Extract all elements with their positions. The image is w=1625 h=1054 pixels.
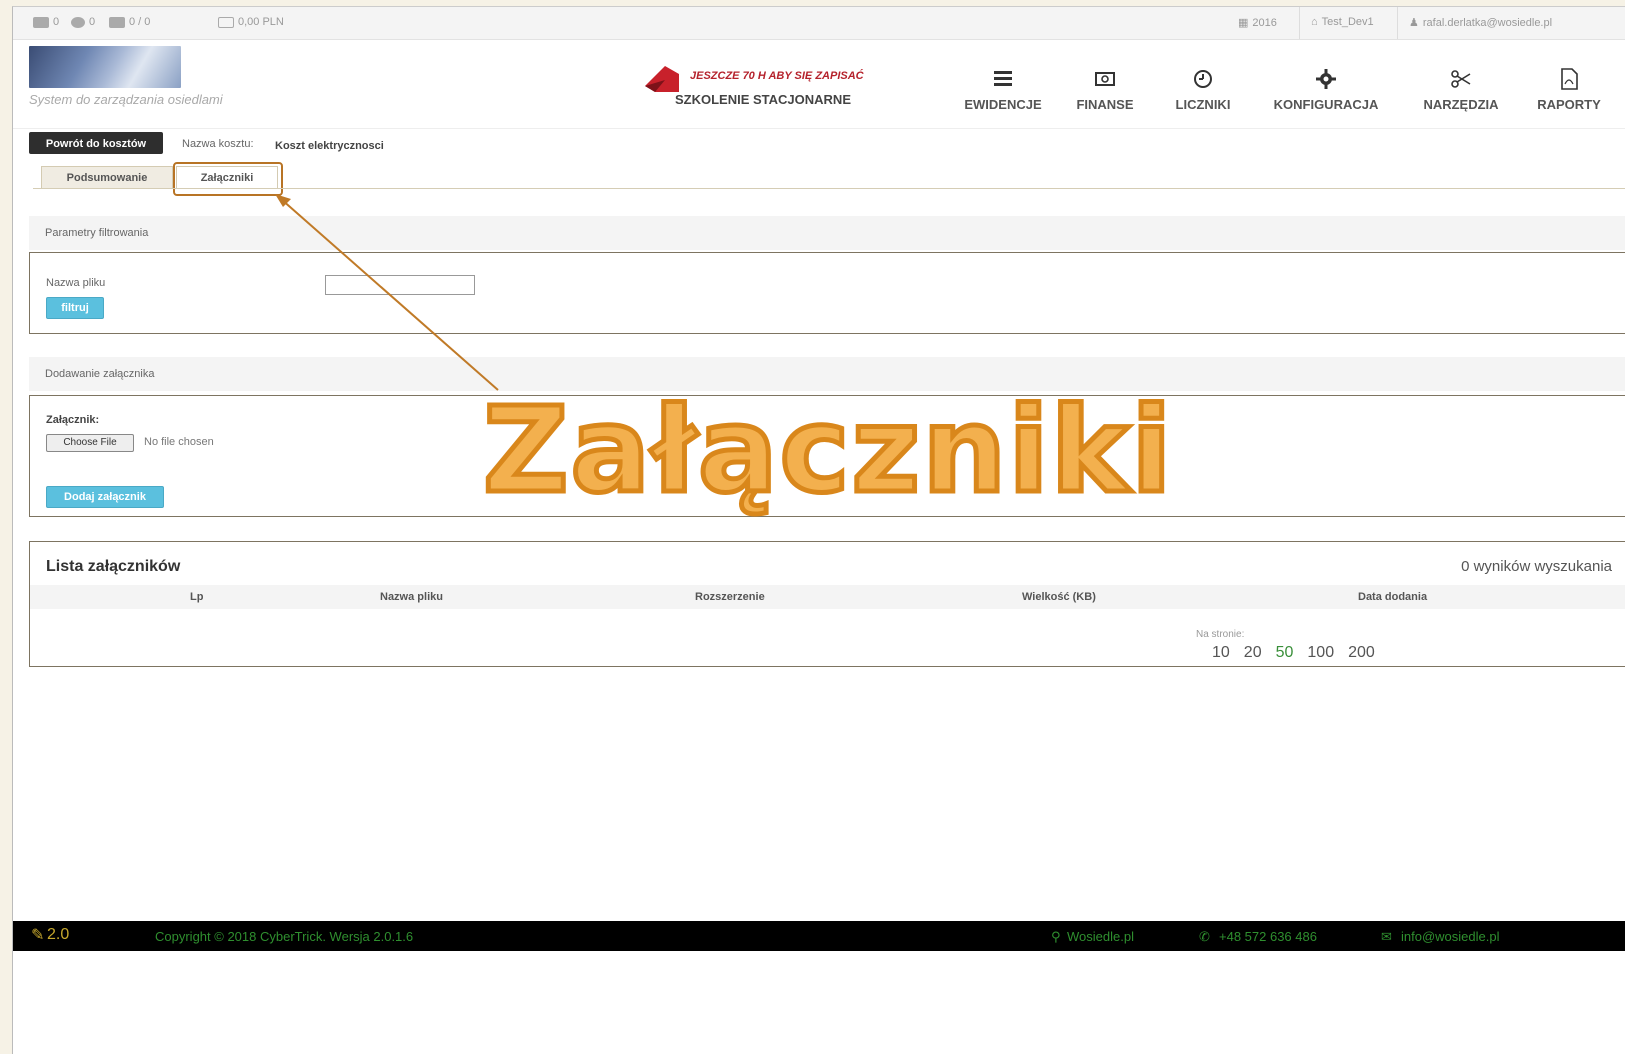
back-to-costs-button[interactable]: Powrót do kosztów — [29, 132, 163, 154]
home-icon: ⌂ — [1311, 16, 1318, 28]
logo-image[interactable] — [29, 46, 181, 88]
attachment-label: Załącznik: — [46, 414, 100, 426]
promo-title: SZKOLENIE STACJONARNE — [675, 92, 851, 107]
file-name-label: Nazwa pliku — [46, 277, 106, 289]
nav-konfiguracja[interactable]: KONFIGURACJA — [1261, 68, 1391, 114]
user-menu[interactable]: ♟ rafal.derlatka@wosiedle.pl — [1409, 16, 1552, 30]
clock-icon — [1194, 70, 1212, 88]
chat-icon — [71, 16, 85, 28]
email-icon: ✉ — [1381, 929, 1392, 944]
no-file-chosen-text: No file chosen — [144, 436, 214, 448]
footer-email-link[interactable]: info@wosiedle.pl — [1401, 929, 1499, 944]
filter-section-body: Nazwa pliku filtruj — [29, 252, 1625, 334]
gear-icon — [1316, 69, 1336, 89]
filter-section-title: Parametry filtrowania — [45, 227, 149, 239]
table-header: Lp Nazwa pliku Rozszerzenie Wielkość (KB… — [30, 585, 1625, 609]
comments-indicator[interactable]: 0 — [71, 16, 95, 28]
footer-logo-icon: ✎ — [31, 927, 45, 944]
column-header-file-name[interactable]: Nazwa pliku — [380, 591, 443, 603]
per-page-option[interactable]: 100 — [1307, 644, 1334, 662]
divider — [1397, 7, 1398, 39]
filter-section-header: Parametry filtrowania — [29, 216, 1625, 250]
upload-section-title: Dodawanie załącznika — [45, 368, 155, 380]
filter-button[interactable]: filtruj — [46, 297, 104, 319]
phone-icon: ✆ — [1199, 929, 1210, 944]
nav-liczniki[interactable]: LICZNIKI — [1163, 68, 1243, 114]
per-page-option[interactable]: 10 — [1212, 644, 1230, 662]
balance-indicator[interactable]: 0,00 PLN — [218, 16, 284, 28]
divider — [1299, 7, 1300, 39]
calendar-icon: ▦ — [1238, 17, 1249, 29]
nav-ewidencje[interactable]: EWIDENCJE — [958, 68, 1048, 114]
pdf-icon — [1561, 68, 1578, 90]
flag-icon — [645, 66, 679, 92]
app-window: 0 0 0 / 0 0,00 PLN ▦ 2016 ⌂ Test_Dev1 ♟ … — [12, 6, 1625, 1054]
results-count: 0 wyników wyszukania — [1461, 558, 1612, 575]
file-name-input[interactable] — [325, 275, 475, 295]
logo-subtitle: System do zarządzania osiedlami — [29, 92, 223, 107]
add-attachment-button[interactable]: Dodaj załącznik — [46, 486, 164, 508]
nav-narzedzia[interactable]: NARZĘDZIA — [1411, 68, 1511, 114]
cost-name-label: Nazwa kosztu: — [182, 138, 254, 150]
choose-file-button[interactable]: Choose File — [46, 434, 134, 452]
nav-label: RAPORTY — [1537, 97, 1601, 112]
mail-icon — [33, 16, 49, 28]
cost-name-value: Koszt elektrycznosci — [275, 140, 384, 152]
overlay-title: Załączniki — [481, 381, 1175, 519]
scissors-icon — [1451, 70, 1471, 88]
users-indicator[interactable]: 0 / 0 — [109, 16, 150, 28]
messages-indicator[interactable]: 0 — [33, 16, 59, 28]
per-page-label: Na stronie: — [1196, 629, 1245, 640]
nav-finanse[interactable]: FINANSE — [1065, 68, 1145, 114]
per-page-selector: 10 20 50 100 200 — [1212, 644, 1375, 662]
year-selector[interactable]: ▦ 2016 — [1238, 16, 1277, 30]
per-page-option[interactable]: 20 — [1244, 644, 1262, 662]
footer-copyright: Copyright © 2018 CyberTrick. Wersja 2.0.… — [155, 929, 414, 944]
users-icon — [109, 16, 125, 28]
footer-phone[interactable]: +48 572 636 486 — [1219, 929, 1317, 944]
main-header: System do zarządzania osiedlami JESZCZE … — [13, 40, 1625, 129]
nav-label: FINANSE — [1076, 97, 1134, 112]
footer: ✎ 2.0 Copyright © 2018 CyberTrick. Wersj… — [13, 921, 1625, 951]
wallet-icon — [218, 16, 234, 28]
top-status-bar: 0 0 0 / 0 0,00 PLN ▦ 2016 ⌂ Test_Dev1 ♟ … — [13, 7, 1625, 40]
column-header-date[interactable]: Data dodania — [1358, 591, 1427, 603]
footer-version: 2.0 — [47, 926, 70, 943]
tabs-divider — [33, 188, 1625, 189]
location-icon: ⚲ — [1051, 929, 1061, 944]
column-header-lp[interactable]: Lp — [190, 591, 203, 603]
nav-label: LICZNIKI — [1175, 97, 1231, 112]
tab-podsumowanie[interactable]: Podsumowanie — [41, 166, 173, 189]
column-header-extension[interactable]: Rozszerzenie — [695, 591, 765, 603]
promo-deadline: JESZCZE 70 H ABY SIĘ ZAPISAĆ — [690, 70, 864, 82]
nav-raporty[interactable]: RAPORTY — [1529, 68, 1609, 114]
list-icon — [994, 71, 1012, 86]
tab-highlight-annotation — [173, 162, 283, 196]
per-page-option-selected[interactable]: 50 — [1276, 644, 1294, 662]
user-icon: ♟ — [1409, 17, 1419, 29]
list-title: Lista załączników — [46, 558, 181, 575]
column-header-size[interactable]: Wielkość (KB) — [1022, 591, 1096, 603]
footer-site-link[interactable]: Wosiedle.pl — [1067, 929, 1134, 944]
attachments-list-panel: Lista załączników 0 wyników wyszukania L… — [29, 541, 1625, 667]
nav-label: KONFIGURACJA — [1273, 97, 1379, 112]
nav-label: EWIDENCJE — [964, 97, 1042, 112]
money-icon — [1095, 72, 1115, 86]
nav-label: NARZĘDZIA — [1423, 97, 1499, 112]
per-page-option[interactable]: 200 — [1348, 644, 1375, 662]
environment-selector[interactable]: ⌂ Test_Dev1 — [1311, 16, 1374, 28]
